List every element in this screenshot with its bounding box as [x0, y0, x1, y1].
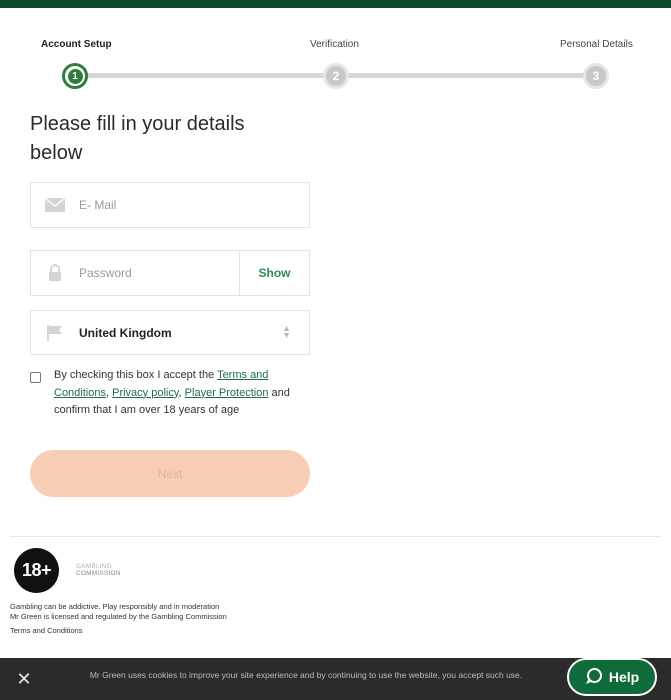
cookie-message: Mr Green uses cookies to improve your si… [89, 670, 523, 680]
password-placeholder: Password [79, 266, 132, 280]
step-label-personal-details: Personal Details [560, 39, 633, 50]
show-password-button[interactable]: Show [239, 251, 309, 295]
gambling-commission-logo: GAMBLING COMMISSION [76, 563, 121, 577]
step-indicator-1: 1 [62, 63, 88, 89]
privacy-policy-link[interactable]: Privacy policy [112, 387, 178, 399]
lock-icon [31, 264, 79, 282]
chat-bubble-icon [585, 667, 603, 688]
email-placeholder: E- Mail [79, 198, 117, 212]
footer-line: Mr Green is licensed and regulated by th… [10, 612, 227, 621]
step-label-account-setup: Account Setup [41, 39, 112, 50]
terms-text: By checking this box I accept the Terms … [54, 367, 304, 420]
step-indicator-2: 2 [323, 63, 349, 89]
step-number: 2 [332, 69, 340, 83]
next-button[interactable]: Next [30, 450, 310, 497]
envelope-icon [31, 198, 79, 212]
logo-line: GAMBLING [76, 563, 112, 570]
close-icon[interactable]: ✕ [14, 668, 34, 690]
page-title: Please fill in your details below [30, 113, 245, 164]
step-connector [86, 73, 326, 78]
step-connector [346, 73, 586, 78]
country-value: United Kingdom [79, 325, 172, 340]
footer-terms-link[interactable]: Terms and Conditions [10, 626, 83, 635]
top-brand-bar [0, 0, 671, 8]
help-label: Help [608, 669, 640, 685]
logo-line: COMMISSION [76, 570, 121, 577]
help-button[interactable]: Help [567, 658, 657, 696]
password-field[interactable]: Password Show [30, 250, 310, 296]
step-label-verification: Verification [310, 39, 359, 50]
step-number: 1 [67, 68, 83, 84]
terms-checkbox[interactable] [30, 372, 41, 383]
age-restriction-badge: 18+ [14, 548, 59, 593]
step-indicator-3: 3 [583, 63, 609, 89]
divider [10, 536, 661, 537]
email-field[interactable]: E- Mail [30, 182, 310, 228]
step-number: 3 [592, 69, 600, 83]
flag-icon [31, 324, 79, 342]
chevron-updown-icon: ▲ ▼ [282, 323, 291, 340]
footer-line: Gambling can be addictive. Play responsi… [10, 602, 220, 611]
responsible-gambling-text: Gambling can be addictive. Play responsi… [10, 602, 310, 622]
terms-prefix: By checking this box I accept the [54, 369, 218, 381]
country-select[interactable]: United Kingdom ▲ ▼ [30, 310, 310, 355]
player-protection-link[interactable]: Player Protection [185, 387, 269, 399]
